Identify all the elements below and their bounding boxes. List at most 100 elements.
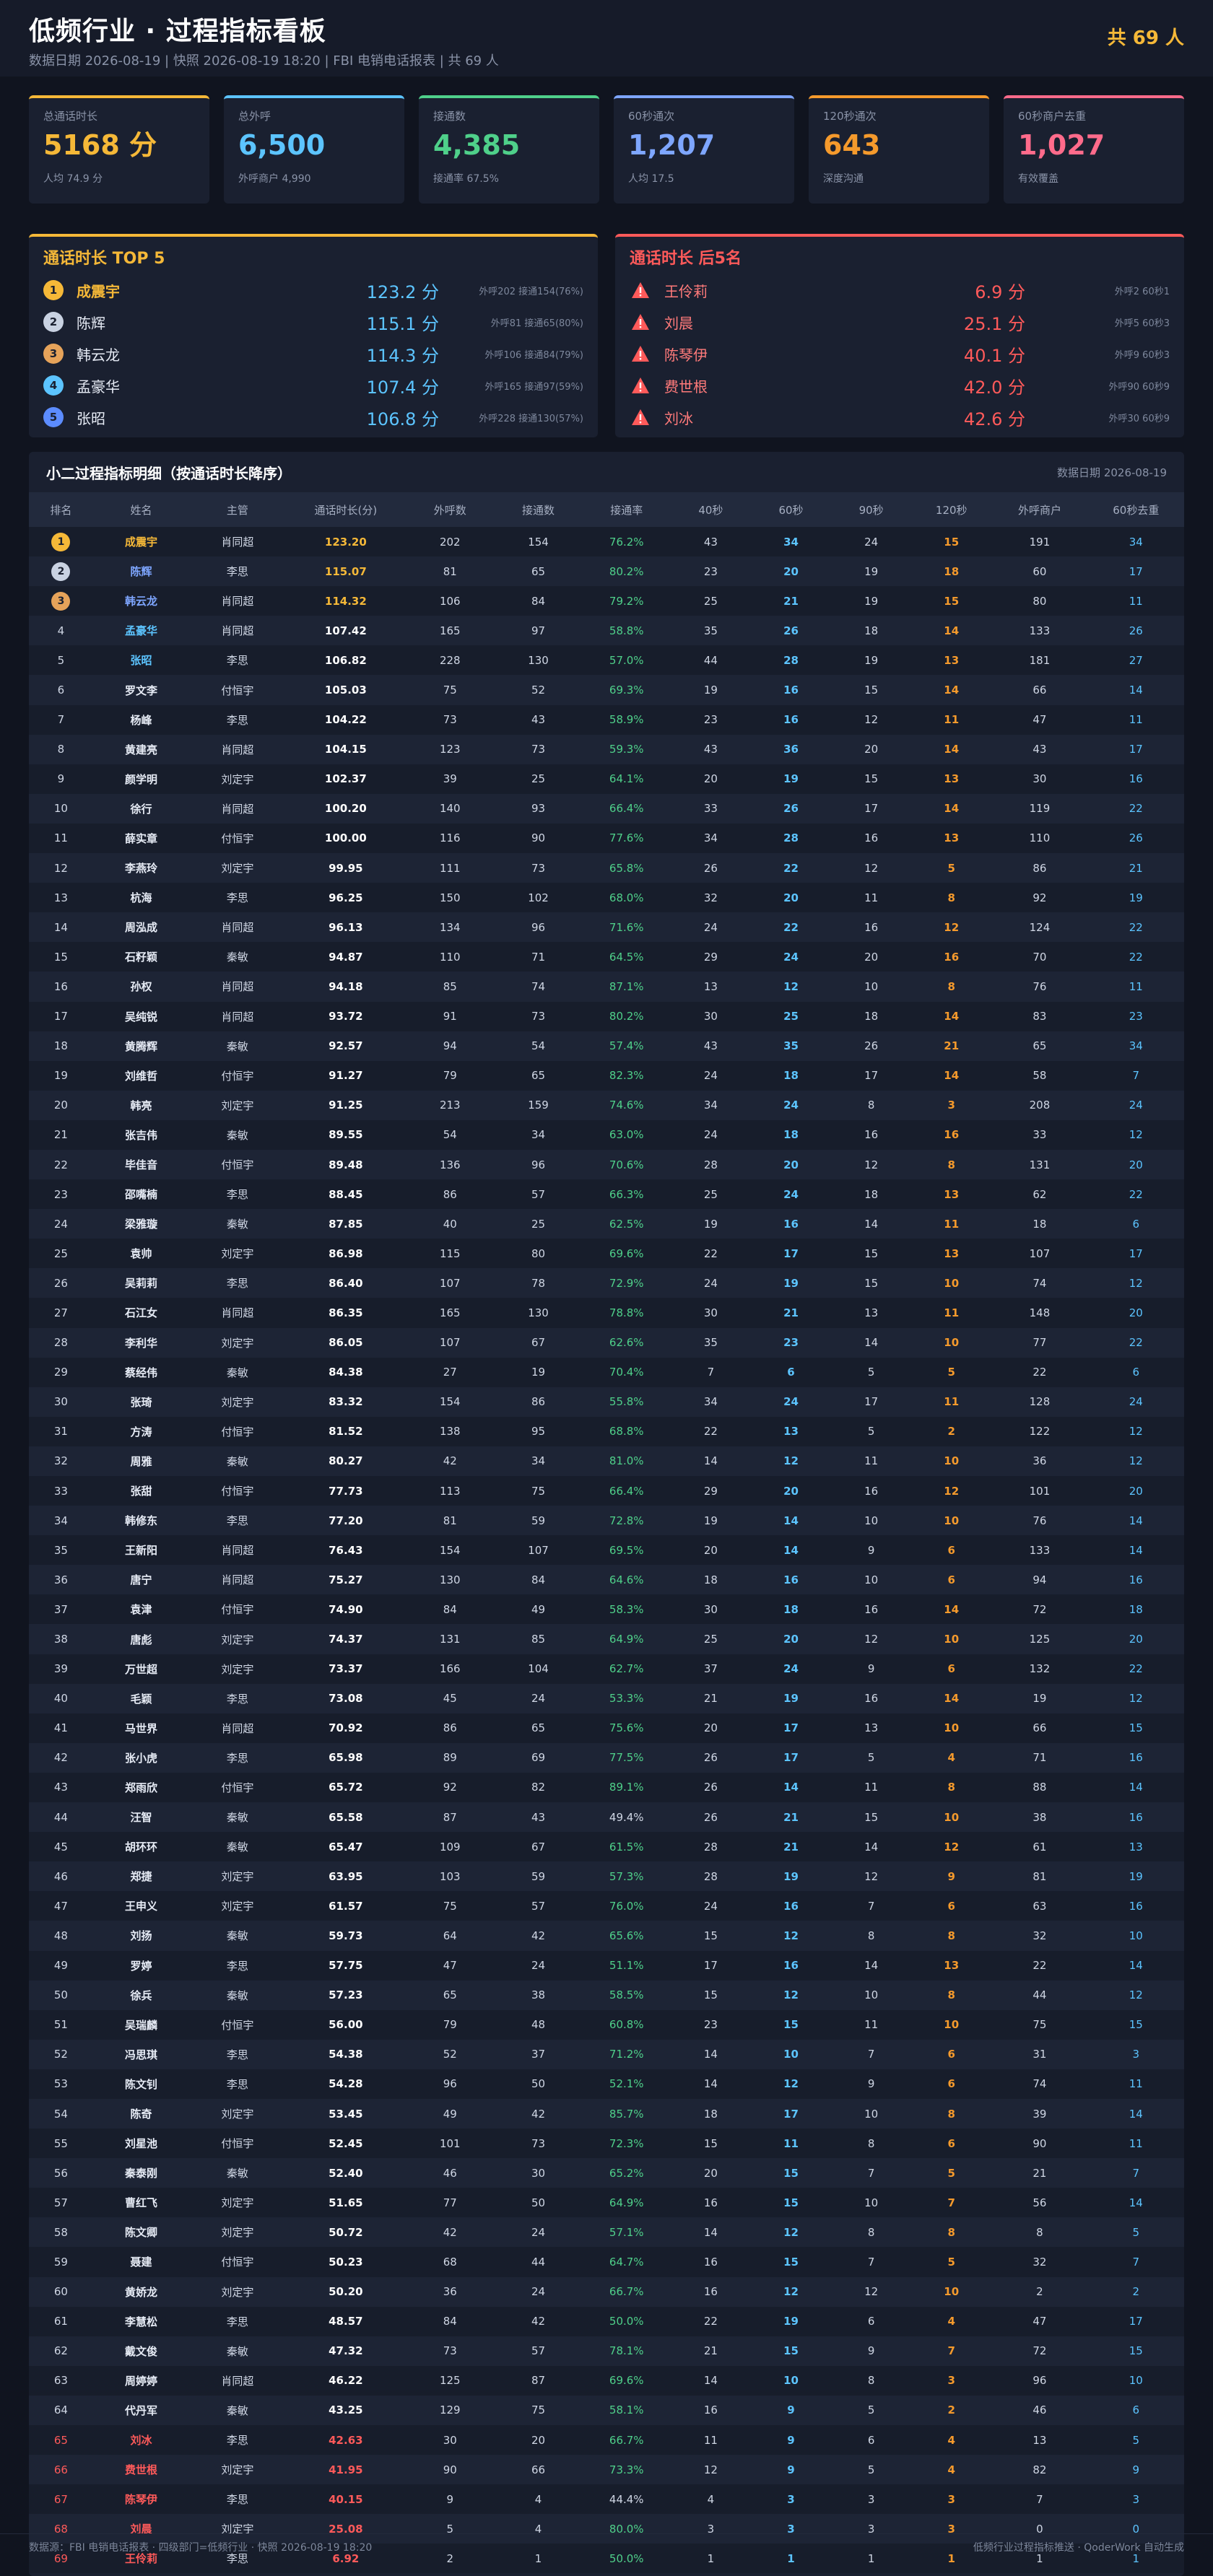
cell: 付恒宇 [221,684,254,697]
cell: 96 [443,2077,457,2091]
cell: 38 [53,1633,68,1646]
cell: 14 [1129,1959,1143,1973]
cell: 74.90 [329,1602,363,1616]
cell: 53.45 [329,2107,363,2121]
cell: 80.2% [609,564,644,578]
cell: 付恒宇 [221,1158,254,1172]
cell: 69.5% [609,1543,644,1557]
cell: 28 [783,831,799,845]
cell: 12 [864,1158,879,1171]
cell: 77 [1032,1336,1047,1350]
cell: 21 [1032,2166,1047,2180]
kpi-label: 60秒商户去重 [1018,110,1087,123]
cell: 肖同超 [221,1544,254,1558]
rank-extra: 外呼81 接通65(80%) [490,318,583,329]
cell: 5 [867,1751,875,1765]
cell: 41 [53,1721,68,1735]
cell: 119 [1029,802,1051,816]
cell: 刘星池 [125,2137,158,2151]
cell: 刘定宇 [221,862,254,876]
kpi-note: 外呼商户 4,990 [238,173,311,185]
cell: 19 [703,1514,718,1527]
column-header: 90秒 [831,492,912,527]
cell: 64 [443,1929,457,1942]
cell: 15 [864,1276,879,1290]
cell: 戴文俊 [125,2344,158,2358]
cell: 213 [439,1099,461,1112]
cell: 69.6% [609,1246,644,1260]
cell: 6 [947,1573,955,1586]
cell: 20 [864,950,879,964]
cell: 42 [443,2225,457,2239]
cell: 14 [703,2374,718,2388]
cell: 124 [1029,920,1051,934]
cell: 103 [439,1869,461,1883]
cell: 25 [703,1187,718,1201]
cell: 133 [1029,1543,1051,1557]
cell: 115.07 [324,564,367,578]
cell: 66 [1032,1721,1047,1735]
cell: 73 [531,743,546,756]
cell: 12 [783,2285,799,2299]
table-row: 8 黄建亮 肖同超 104.15 123 73 59.3% 43 36 20 14 43 17 [29,734,1184,764]
cell: 16 [1129,1751,1143,1765]
cell: 122 [1029,1425,1051,1438]
cell: 孙权 [130,980,152,994]
cell: 45 [443,1692,457,1706]
cell: 11 [944,713,960,727]
cell: 25 [531,1217,546,1231]
cell: 8 [947,2107,955,2121]
cell: 刘定宇 [221,1247,254,1261]
cell: 12 [864,1869,879,1883]
cell: 6 [867,2315,875,2328]
cell: 44 [53,1810,68,1824]
cell: 8 [947,1929,955,1942]
cell: 16 [783,1573,799,1586]
cell: 63.0% [609,1128,644,1142]
cell: 19 [531,1366,546,1379]
cell: 68.8% [609,1425,644,1438]
column-header: 主管 [189,492,286,527]
cell: 8 [947,891,955,904]
cell: 15 [1129,1721,1143,1735]
kpi-label: 总外呼 [238,110,271,123]
cell: 140 [439,802,461,816]
cell: 43 [703,1039,718,1053]
cell: 4 [57,624,65,637]
cell: 75 [531,2403,546,2417]
cell: 成震宇 [125,536,158,549]
cell: 周泓成 [125,921,158,935]
cell: 胡环环 [125,1841,158,1854]
cell: 39 [53,1662,68,1676]
cell: 30 [703,1010,718,1023]
rank-name: 韩云龙 [77,346,120,364]
cell: 马世界 [125,1721,158,1735]
cell: 肖同超 [221,1573,254,1587]
cell: 12 [864,2285,879,2299]
page-title: 低频行业 · 过程指标看板 [29,17,326,46]
cell: 38 [1032,1810,1047,1824]
cell: 20 [1129,1633,1143,1646]
cell: 4 [947,2315,955,2328]
cell: 84 [443,2315,457,2328]
cell: 14 [1129,1543,1143,1557]
cell: 57 [53,2196,68,2209]
cell: 107 [528,1543,549,1557]
cell: 61 [1032,1840,1047,1854]
cell: 李慧松 [125,2315,158,2328]
cell: 费世根 [125,2463,158,2477]
cell: 42 [53,1751,68,1765]
cell: 邵嘴楠 [125,1188,158,1202]
cell: 刘定宇 [221,2196,254,2210]
cell: 秦敏 [226,1988,248,2002]
bottom5-title: 通话时长 后5名 [630,250,742,268]
cell: 9 [867,1662,875,1676]
cell: 30 [531,2166,546,2180]
cell: 18 [53,1039,68,1053]
cell: 16 [864,920,879,934]
cell: 35 [703,624,718,637]
cell: 8 [867,2225,875,2239]
cell: 7 [867,2166,875,2180]
kpi-note: 接通率 67.5% [433,173,499,185]
column-header: 外呼数 [406,492,495,527]
